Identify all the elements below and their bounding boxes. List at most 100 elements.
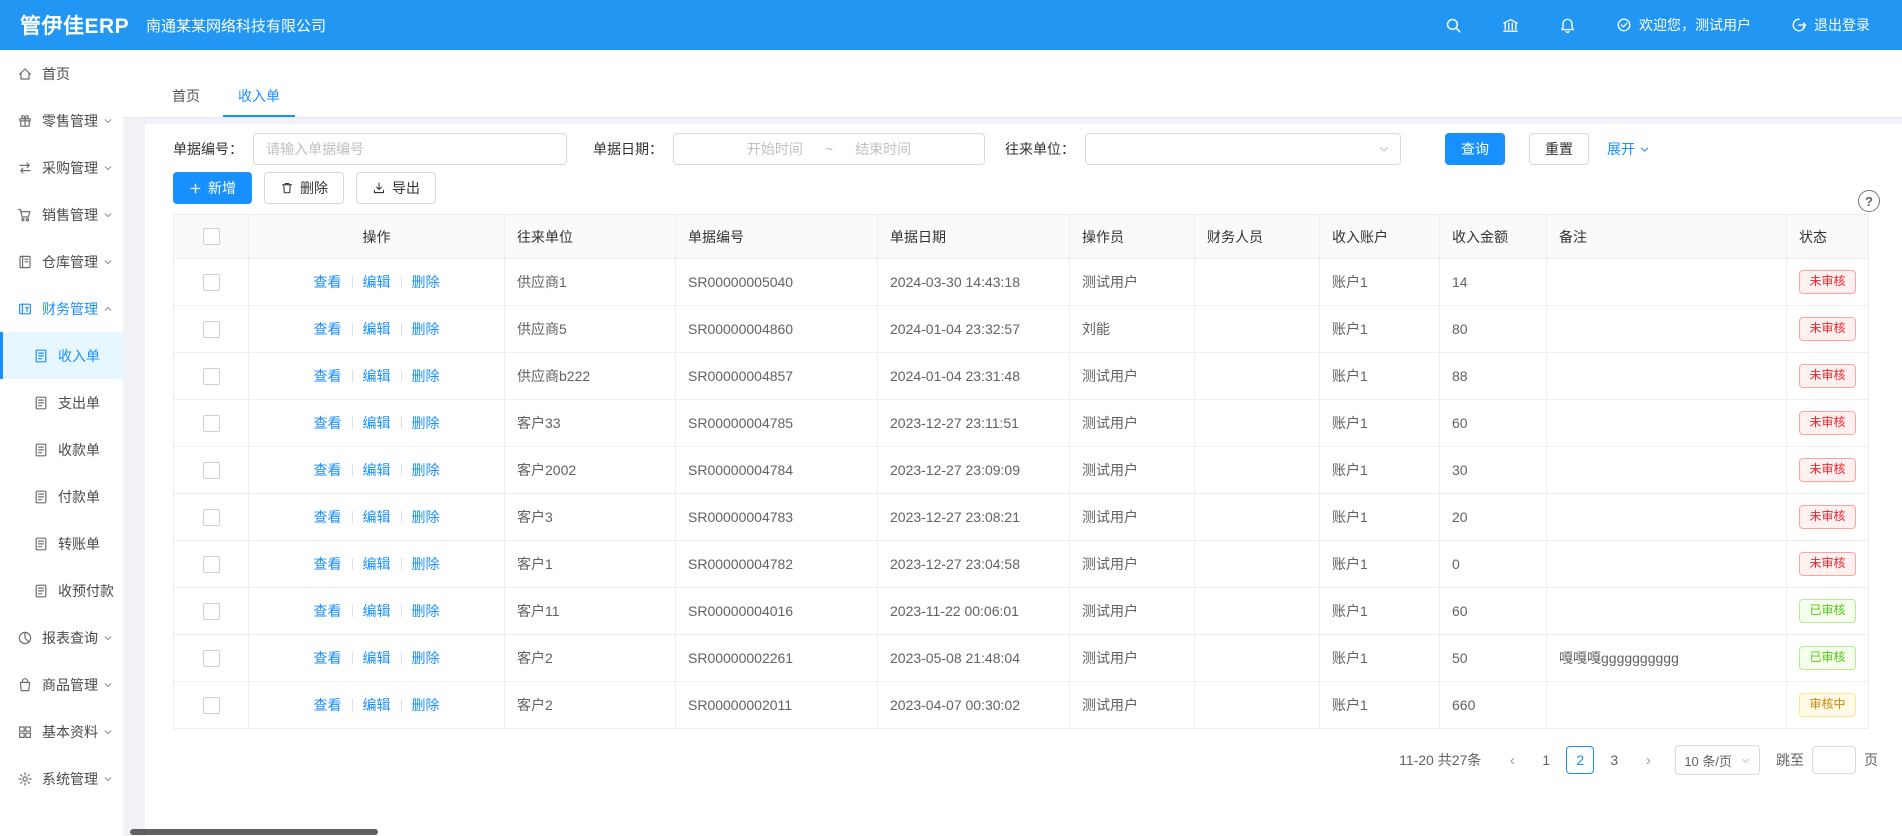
help-icon[interactable]: ? <box>1858 190 1880 212</box>
horizontal-scrollbar[interactable] <box>130 829 378 835</box>
chevron-down-icon <box>103 680 113 690</box>
cell-date: 2024-01-04 23:31:48 <box>878 353 1070 400</box>
view-link[interactable]: 查看 <box>314 415 342 431</box>
sidebar-item-advance[interactable]: 收预付款 <box>0 567 123 614</box>
sidebar-item-label: 支出单 <box>58 393 100 413</box>
delete-link[interactable]: 删除 <box>412 321 440 337</box>
sales-icon <box>17 207 33 223</box>
edit-link[interactable]: 编辑 <box>363 462 391 478</box>
cell-amount: 60 <box>1440 400 1547 447</box>
sidebar-item-income[interactable]: 收入单 <box>0 332 123 379</box>
delete-button[interactable]: 删除 <box>264 172 344 204</box>
row-checkbox[interactable] <box>203 556 220 573</box>
jump-label: 跳至 <box>1776 750 1804 770</box>
edit-link[interactable]: 编辑 <box>363 603 391 619</box>
delete-link[interactable]: 删除 <box>412 368 440 384</box>
sidebar-item-system[interactable]: 系统管理 <box>0 755 123 802</box>
sidebar-item-warehouse[interactable]: 仓库管理 <box>0 238 123 285</box>
page-number-1[interactable]: 1 <box>1532 746 1560 774</box>
bell-icon[interactable] <box>1559 17 1576 34</box>
edit-link[interactable]: 编辑 <box>363 697 391 713</box>
sidebar-item-report[interactable]: 报表查询 <box>0 614 123 661</box>
row-checkbox[interactable] <box>203 650 220 667</box>
prev-page-button[interactable]: ‹ <box>1498 746 1526 774</box>
view-link[interactable]: 查看 <box>314 274 342 290</box>
tab-income-bill[interactable]: 收入单 <box>219 75 299 117</box>
sidebar-item-home[interactable]: 首页 <box>0 50 123 97</box>
search-icon[interactable] <box>1445 17 1462 34</box>
cell-remark <box>1547 494 1787 541</box>
sidebar-item-finance[interactable]: 财务管理 <box>0 285 123 332</box>
status-badge: 审核中 <box>1799 693 1855 717</box>
delete-link[interactable]: 删除 <box>412 650 440 666</box>
view-link[interactable]: 查看 <box>314 509 342 525</box>
view-link[interactable]: 查看 <box>314 368 342 384</box>
page-number-3[interactable]: 3 <box>1600 746 1628 774</box>
sidebar-item-payment[interactable]: 付款单 <box>0 473 123 520</box>
bill-no-input[interactable] <box>253 133 567 165</box>
add-button[interactable]: 新增 <box>173 172 252 204</box>
view-link[interactable]: 查看 <box>314 556 342 572</box>
edit-link[interactable]: 编辑 <box>363 556 391 572</box>
cell-operator: 测试用户 <box>1070 682 1195 729</box>
bank-icon[interactable] <box>1502 17 1519 34</box>
cell-remark <box>1547 259 1787 306</box>
edit-link[interactable]: 编辑 <box>363 650 391 666</box>
jump-page-input[interactable] <box>1812 746 1856 774</box>
page-size-select[interactable]: 10 条/页 <box>1675 745 1760 775</box>
export-button[interactable]: 导出 <box>356 172 436 204</box>
delete-link[interactable]: 删除 <box>412 274 440 290</box>
delete-link[interactable]: 删除 <box>412 603 440 619</box>
sidebar-item-retail[interactable]: 零售管理 <box>0 97 123 144</box>
edit-link[interactable]: 编辑 <box>363 509 391 525</box>
sidebar-item-transfer[interactable]: 转账单 <box>0 520 123 567</box>
date-range-picker[interactable]: 开始时间 ~ 结束时间 <box>673 133 985 165</box>
cell-operator: 测试用户 <box>1070 259 1195 306</box>
view-link[interactable]: 查看 <box>314 650 342 666</box>
tab-home[interactable]: 首页 <box>153 75 219 117</box>
row-checkbox[interactable] <box>203 462 220 479</box>
sidebar-item-basic[interactable]: 基本资料 <box>0 708 123 755</box>
page-numbers: 123 <box>1529 746 1631 774</box>
edit-link[interactable]: 编辑 <box>363 368 391 384</box>
cell-account: 账户1 <box>1320 306 1440 353</box>
expand-toggle[interactable]: 展开 <box>1607 139 1650 159</box>
row-checkbox[interactable] <box>203 697 220 714</box>
view-link[interactable]: 查看 <box>314 462 342 478</box>
page-number-2[interactable]: 2 <box>1566 746 1594 774</box>
delete-link[interactable]: 删除 <box>412 556 440 572</box>
logout-button[interactable]: 退出登录 <box>1791 15 1870 35</box>
sidebar-item-sales[interactable]: 销售管理 <box>0 191 123 238</box>
row-checkbox[interactable] <box>203 321 220 338</box>
cell-bill-no: SR00000002261 <box>676 635 878 682</box>
next-page-button[interactable]: › <box>1634 746 1662 774</box>
reset-button[interactable]: 重置 <box>1529 133 1589 165</box>
search-button[interactable]: 查询 <box>1445 133 1505 165</box>
row-checkbox[interactable] <box>203 415 220 432</box>
sidebar-item-goods[interactable]: 商品管理 <box>0 661 123 708</box>
table-row: 查看编辑删除 客户3 SR00000004783 2023-12-27 23:0… <box>174 494 1869 541</box>
view-link[interactable]: 查看 <box>314 603 342 619</box>
view-link[interactable]: 查看 <box>314 697 342 713</box>
partner-select[interactable] <box>1085 133 1401 165</box>
user-menu[interactable]: 欢迎您，测试用户 <box>1616 15 1751 35</box>
delete-link[interactable]: 删除 <box>412 697 440 713</box>
delete-link[interactable]: 删除 <box>412 509 440 525</box>
row-checkbox[interactable] <box>203 603 220 620</box>
delete-link[interactable]: 删除 <box>412 415 440 431</box>
row-checkbox[interactable] <box>203 274 220 291</box>
sidebar-item-purchase[interactable]: 采购管理 <box>0 144 123 191</box>
select-all-checkbox[interactable] <box>203 228 220 245</box>
edit-link[interactable]: 编辑 <box>363 321 391 337</box>
table-row: 查看编辑删除 供应商1 SR00000005040 2024-03-30 14:… <box>174 259 1869 306</box>
sidebar-item-expense[interactable]: 支出单 <box>0 379 123 426</box>
row-checkbox[interactable] <box>203 509 220 526</box>
warehouse-icon <box>17 254 33 270</box>
edit-link[interactable]: 编辑 <box>363 415 391 431</box>
cell-amount: 80 <box>1440 306 1547 353</box>
row-checkbox[interactable] <box>203 368 220 385</box>
delete-link[interactable]: 删除 <box>412 462 440 478</box>
sidebar-item-receipt[interactable]: 收款单 <box>0 426 123 473</box>
view-link[interactable]: 查看 <box>314 321 342 337</box>
edit-link[interactable]: 编辑 <box>363 274 391 290</box>
